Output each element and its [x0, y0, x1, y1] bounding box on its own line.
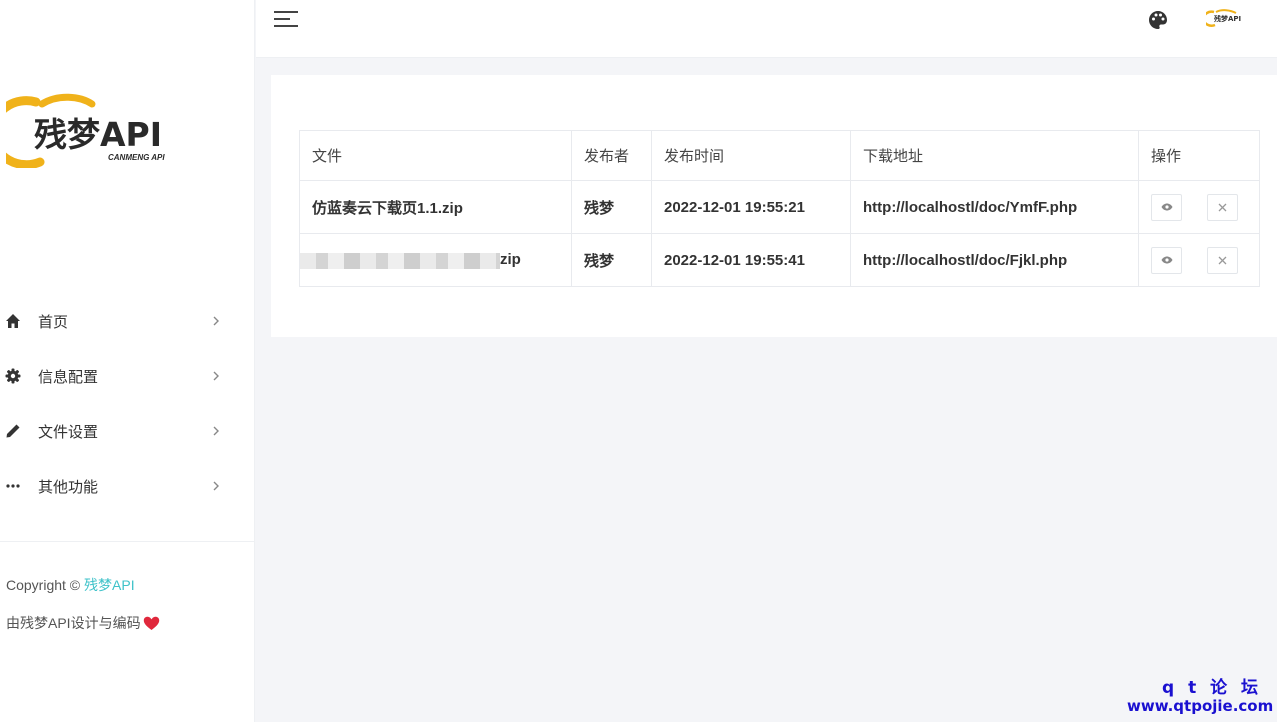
svg-text:残梦API: 残梦API — [1214, 14, 1241, 23]
delete-button[interactable] — [1207, 246, 1239, 274]
sidebar-item-other-functions[interactable]: 其他功能 — [0, 466, 236, 506]
logo[interactable]: 残梦API CANMENG API — [6, 92, 178, 168]
table-row: 仿蓝奏云下载页1.1.zip 残梦 2022-12-01 19:55:21 ht… — [299, 180, 1260, 234]
brand-link[interactable]: 残梦API — [84, 577, 135, 593]
chevron-right-icon — [213, 316, 219, 326]
heart-icon — [143, 616, 159, 630]
watermark-url: www.qtpojie.com — [1127, 697, 1274, 715]
sidebar-item-label: 首页 — [38, 313, 69, 331]
sidebar-item-label: 信息配置 — [38, 368, 99, 386]
home-icon — [3, 311, 23, 331]
cell-time: 2022-12-01 19:55:21 — [651, 180, 851, 234]
eye-icon — [1161, 203, 1172, 211]
cell-file: 仿蓝奏云下载页1.1.zip — [299, 180, 572, 234]
column-header-url: 下载地址 — [850, 130, 1139, 181]
user-avatar[interactable]: 残梦API — [1206, 9, 1244, 27]
sidebar: 残梦API CANMENG API 首页 信息配置 文件设置 其他功能 Copy… — [0, 0, 255, 722]
column-header-actions: 操作 — [1138, 130, 1260, 181]
sidebar-item-info-config[interactable]: 信息配置 — [0, 356, 236, 396]
cell-file: zip — [299, 233, 572, 287]
chevron-right-icon — [213, 426, 219, 436]
cell-publisher: 残梦 — [571, 180, 652, 234]
top-header: 残梦API — [256, 0, 1277, 58]
table-row: zip 残梦 2022-12-01 19:55:41 http://localh… — [299, 233, 1260, 287]
credit-line: 由残梦API设计与编码 — [6, 613, 160, 633]
sidebar-item-home[interactable]: 首页 — [0, 301, 236, 341]
svg-text:CANMENG API: CANMENG API — [108, 153, 165, 162]
eye-icon — [1161, 256, 1172, 264]
svg-text:残梦API: 残梦API — [34, 115, 162, 154]
close-icon — [1218, 203, 1227, 211]
sidebar-item-file-settings[interactable]: 文件设置 — [0, 411, 236, 451]
menu-toggle-icon[interactable] — [274, 8, 298, 30]
cell-actions — [1138, 233, 1260, 287]
copyright: Copyright © 残梦API — [6, 575, 135, 595]
cell-url[interactable]: http://localhostl/doc/YmfF.php — [850, 180, 1139, 234]
chevron-right-icon — [213, 371, 219, 381]
cell-time: 2022-12-01 19:55:41 — [651, 233, 851, 287]
palette-icon[interactable] — [1147, 9, 1169, 31]
credit-text: 由残梦API设计与编码 — [6, 615, 141, 631]
table-header-row: 文件 发布者 发布时间 下载地址 操作 — [299, 130, 1260, 181]
watermark-title: q t 论 坛 — [1162, 678, 1263, 698]
files-card: 文件 发布者 发布时间 下载地址 操作 仿蓝奏云下载页1.1.zip 残梦 20… — [271, 75, 1277, 337]
sidebar-item-label: 其他功能 — [38, 478, 99, 496]
files-table: 文件 发布者 发布时间 下载地址 操作 仿蓝奏云下载页1.1.zip 残梦 20… — [299, 130, 1260, 287]
sidebar-item-label: 文件设置 — [38, 423, 99, 441]
blurred-filename — [300, 252, 500, 269]
pencil-icon — [3, 421, 23, 441]
cell-publisher: 残梦 — [571, 233, 652, 287]
column-header-time: 发布时间 — [651, 130, 851, 181]
view-button[interactable] — [1151, 246, 1182, 274]
chevron-right-icon — [213, 481, 219, 491]
cell-actions — [1138, 180, 1260, 234]
copyright-prefix: Copyright © — [6, 577, 81, 593]
file-extension: zip — [500, 251, 521, 269]
close-icon — [1218, 256, 1227, 264]
delete-button[interactable] — [1207, 193, 1239, 221]
column-header-publisher: 发布者 — [571, 130, 652, 181]
view-button[interactable] — [1151, 193, 1182, 221]
cell-url[interactable]: http://localhostl/doc/Fjkl.php — [850, 233, 1139, 287]
column-header-file: 文件 — [299, 130, 572, 181]
more-icon — [3, 476, 23, 496]
gear-icon — [3, 366, 23, 386]
divider — [0, 541, 255, 542]
